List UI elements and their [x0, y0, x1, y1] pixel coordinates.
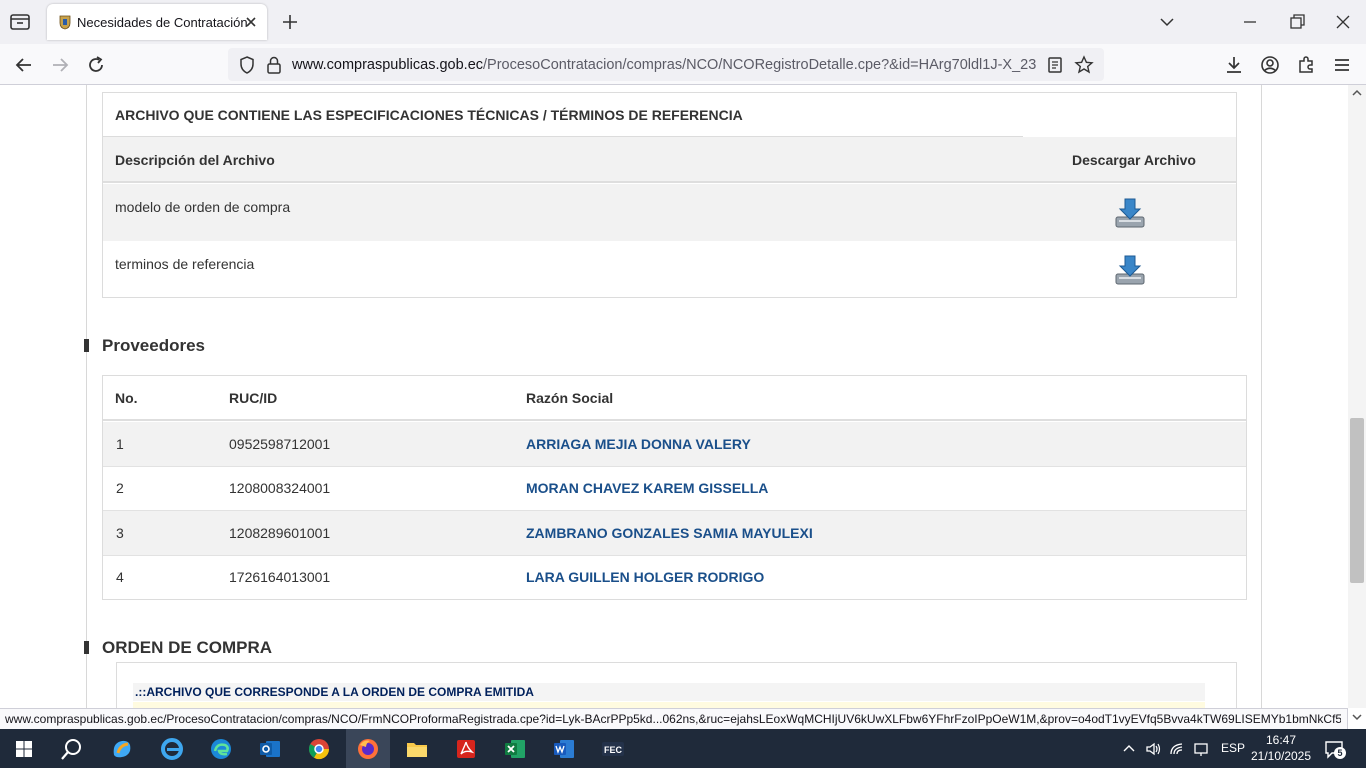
provider-ruc: 1208289601001 [229, 525, 331, 541]
order-section-title: ORDEN DE COMPRA [102, 638, 273, 657]
scrollbar-thumb[interactable] [1350, 418, 1364, 583]
col-download-header: Descargar Archivo [1072, 152, 1196, 168]
chrome-icon[interactable] [305, 735, 333, 763]
reader-view-icon[interactable] [1046, 56, 1064, 74]
notification-count-badge: 5 [1334, 747, 1346, 759]
providers-section-title: Proveedores [102, 336, 205, 355]
show-hidden-icons-chevron-icon[interactable] [1120, 740, 1138, 758]
page-viewport: ARCHIVO QUE CONTIENE LAS ESPECIFICACIONE… [0, 85, 1348, 708]
table-row: 4 1726164013001 LARA GUILLEN HOLGER RODR… [103, 555, 1246, 600]
col-no-header: No. [115, 390, 138, 406]
section-marker [84, 641, 89, 654]
files-table-header: Descripción del Archivo Descargar Archiv… [103, 137, 1236, 183]
firefox-icon[interactable] [354, 735, 382, 763]
provider-no: 1 [116, 436, 124, 452]
technical-specs-files-box: ARCHIVO QUE CONTIENE LAS ESPECIFICACIONE… [102, 92, 1237, 298]
acrobat-icon[interactable] [452, 735, 480, 763]
col-ruc-header: RUC/ID [229, 390, 278, 406]
status-url: www.compraspublicas.gob.ec/ProcesoContra… [5, 712, 1341, 726]
network-icon[interactable] [1168, 740, 1186, 758]
col-name-header: Razón Social [526, 390, 614, 406]
provider-ruc: 0952598712001 [229, 436, 331, 452]
account-icon[interactable] [1259, 54, 1281, 76]
table-row: 2 1208008324001 MORAN CHAVEZ KAREM GISSE… [103, 466, 1246, 511]
copilot-icon[interactable] [108, 735, 136, 763]
browser-tab-bar: Necesidades de Contratación y [0, 0, 1366, 44]
taskbar-clock[interactable]: 16:47 21/10/2025 [1248, 732, 1314, 764]
tracking-shield-icon[interactable] [237, 55, 257, 75]
providers-table: No. RUC/ID Razón Social 1 0952598712001 … [102, 375, 1247, 600]
volume-icon[interactable] [1144, 740, 1162, 758]
windows-taskbar: FEC ESP 16:47 21/10/2025 5 [0, 729, 1366, 768]
order-file-strip: .::ARCHIVO QUE CORRESPONDE A LA ORDEN DE… [133, 683, 1205, 701]
close-tab-icon[interactable] [243, 14, 259, 30]
chevron-down-icon[interactable] [1157, 12, 1177, 32]
purchase-order-box: .::ARCHIVO QUE CORRESPONDE A LA ORDEN DE… [116, 662, 1237, 708]
close-window-icon[interactable] [1333, 12, 1353, 32]
internet-explorer-icon[interactable] [158, 735, 186, 763]
outlook-icon[interactable] [256, 735, 284, 763]
svg-text:FEC: FEC [604, 745, 623, 755]
tab-list-icon[interactable] [8, 11, 32, 33]
url-host: www.compraspublicas.gob.ec [292, 57, 484, 73]
lock-icon[interactable] [265, 55, 283, 75]
provider-ruc: 1726164013001 [229, 569, 331, 585]
page-scrollbar[interactable] [1348, 85, 1366, 708]
minimize-icon[interactable] [1240, 12, 1260, 32]
ecuador-shield-favicon-icon [59, 15, 71, 30]
provider-ruc: 1208008324001 [229, 480, 331, 496]
search-icon[interactable] [58, 735, 86, 763]
new-tab-icon[interactable] [280, 12, 300, 32]
col-description-header: Descripción del Archivo [115, 152, 275, 168]
windows-start-icon[interactable] [10, 735, 38, 763]
excel-icon[interactable] [501, 735, 529, 763]
extensions-icon[interactable] [1295, 54, 1317, 76]
files-section-title: ARCHIVO QUE CONTIENE LAS ESPECIFICACIONE… [115, 107, 743, 123]
browser-nav-bar: www.compraspublicas.gob.ec/ProcesoContra… [0, 44, 1366, 85]
word-icon[interactable] [550, 735, 578, 763]
table-row: terminos de referencia [103, 241, 1236, 298]
providers-table-header: No. RUC/ID Razón Social [103, 376, 1246, 421]
provider-name-link[interactable]: ARRIAGA MEJIA DONNA VALERY [526, 436, 751, 452]
reload-icon[interactable] [85, 54, 107, 76]
notification-center-button[interactable]: 5 [1323, 738, 1346, 760]
table-row: modelo de orden de compra [103, 184, 1236, 241]
tab-title: Necesidades de Contratación y [77, 15, 249, 30]
firmaec-icon[interactable]: FEC [599, 735, 627, 763]
url-path: /ProcesoContratacion/compras/NCO/NCORegi… [483, 57, 1036, 73]
url-text[interactable]: www.compraspublicas.gob.ec/ProcesoContra… [292, 57, 1036, 73]
file-explorer-icon[interactable] [403, 735, 431, 763]
scroll-down-arrow-icon[interactable] [1352, 712, 1362, 722]
scroll-up-arrow-icon[interactable] [1352, 88, 1362, 98]
link-status-bar: www.compraspublicas.gob.ec/ProcesoContra… [0, 708, 1348, 729]
restore-icon[interactable] [1287, 12, 1307, 32]
file-description: terminos de referencia [115, 256, 255, 272]
url-bar[interactable]: www.compraspublicas.gob.ec/ProcesoContra… [228, 48, 1104, 81]
table-row: 1 0952598712001 ARRIAGA MEJIA DONNA VALE… [103, 422, 1246, 467]
back-arrow-icon[interactable] [13, 54, 35, 76]
display-icon[interactable] [1192, 740, 1210, 758]
clock-date: 21/10/2025 [1250, 749, 1312, 763]
input-language[interactable]: ESP [1221, 741, 1245, 755]
order-file-label: .::ARCHIVO QUE CORRESPONDE A LA ORDEN DE… [135, 685, 534, 699]
section-marker [84, 339, 89, 352]
active-tab[interactable]: Necesidades de Contratación y [47, 4, 267, 40]
menu-icon[interactable] [1331, 54, 1353, 76]
file-description: modelo de orden de compra [115, 199, 291, 215]
provider-no: 2 [116, 480, 124, 496]
forward-arrow-icon[interactable] [49, 54, 71, 76]
provider-name-link[interactable]: ZAMBRANO GONZALES SAMIA MAYULEXI [526, 525, 813, 541]
provider-name-link[interactable]: MORAN CHAVEZ KAREM GISSELLA [526, 480, 768, 496]
edge-icon[interactable] [207, 735, 235, 763]
download-file-icon[interactable] [1115, 197, 1145, 229]
clock-time: 16:47 [1265, 733, 1297, 747]
download-icon[interactable] [1223, 54, 1245, 76]
provider-no: 4 [116, 569, 124, 585]
table-row: 3 1208289601001 ZAMBRANO GONZALES SAMIA … [103, 511, 1246, 556]
provider-no: 3 [116, 525, 124, 541]
provider-name-link[interactable]: LARA GUILLEN HOLGER RODRIGO [526, 569, 764, 585]
bookmark-star-icon[interactable] [1074, 55, 1094, 75]
download-file-icon[interactable] [1115, 254, 1145, 286]
